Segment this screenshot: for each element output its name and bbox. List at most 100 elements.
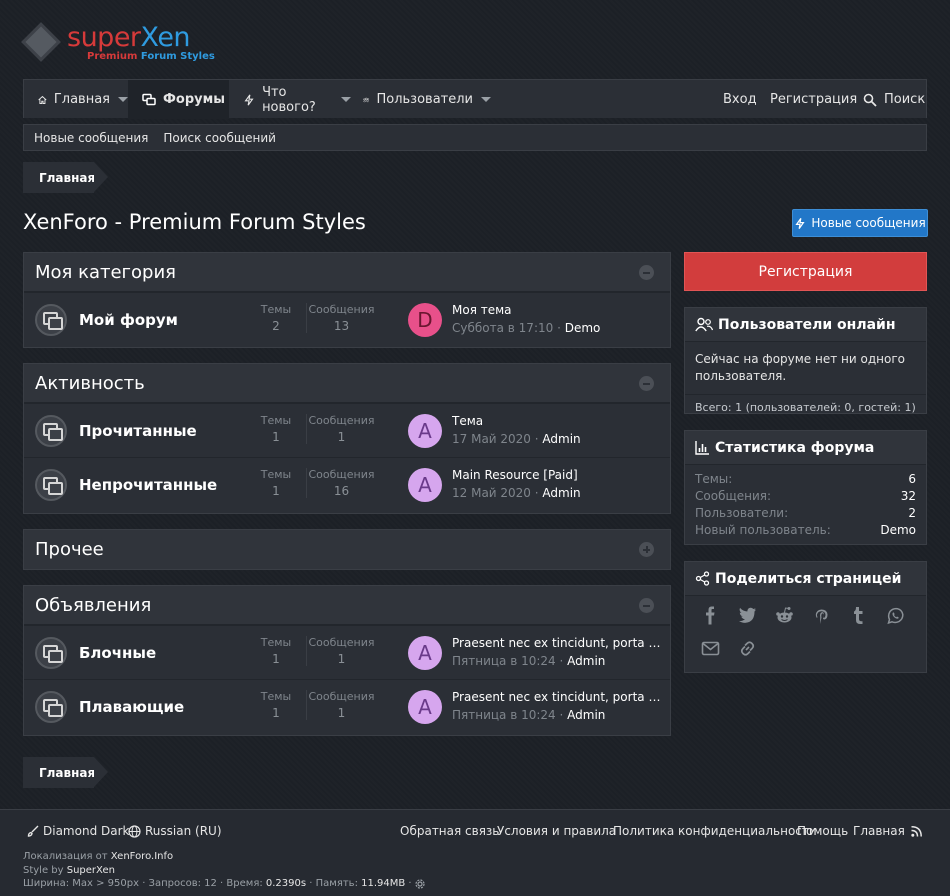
rss-icon[interactable] (911, 826, 922, 837)
stat-row: Сообщения: 32 (695, 489, 916, 503)
last-post: Тема 17 Май 2020 · Admin (452, 414, 662, 446)
messages-stat: Сообщения 1 (306, 636, 376, 666)
chevron-down-icon[interactable] (481, 97, 491, 102)
avatar[interactable]: A (408, 414, 442, 448)
category-header[interactable]: Объявления (24, 586, 670, 625)
forum-title[interactable]: Непрочитанные (79, 476, 217, 494)
chart-icon (695, 441, 709, 455)
register-button[interactable]: Регистрация (684, 252, 927, 291)
expand-toggle-icon[interactable] (639, 542, 654, 557)
footer-link-help[interactable]: Помощь (797, 824, 848, 838)
localization-link[interactable]: XenForo.Info (111, 851, 173, 862)
threads-stat: Темы 1 (260, 636, 292, 666)
gear-icon[interactable] (415, 878, 425, 889)
category-block: Объявления Блочные Темы 1 Сообщения 1 A Pr… (23, 585, 671, 736)
collapse-toggle-icon[interactable] (639, 376, 654, 391)
forum-node[interactable]: Блочные Темы 1 Сообщения 1 A Praesent nec … (24, 625, 670, 679)
nav-whats-new[interactable]: Что нового? (229, 80, 351, 119)
stat-row: Темы: 6 (695, 472, 916, 486)
category-block: Прочее (23, 529, 671, 570)
breadcrumb-bottom[interactable]: Главная (23, 757, 108, 788)
chevron-down-icon[interactable] (341, 97, 351, 102)
share-page-block: Поделиться страницей (684, 561, 927, 673)
last-post-title[interactable]: Тема (452, 414, 662, 428)
messages-stat: Сообщения 16 (306, 468, 376, 498)
threads-stat: Темы 1 (260, 414, 292, 444)
avatar[interactable]: A (408, 690, 442, 724)
style-author-link[interactable]: SuperXen (67, 865, 115, 876)
forum-comments-icon (35, 469, 67, 501)
nav-search[interactable]: Поиск (863, 80, 925, 119)
messages-stat: Сообщения 1 (306, 690, 376, 720)
email-icon[interactable] (701, 639, 720, 658)
forum-title[interactable]: Блочные (79, 644, 156, 662)
last-post-title[interactable]: Main Resource [Paid] (452, 468, 662, 482)
nav-home[interactable]: Главная (24, 80, 128, 119)
last-post-title[interactable]: Моя тема (452, 303, 662, 317)
breadcrumb[interactable]: Главная (23, 162, 108, 193)
sub-navbar: Новые сообщения Поиск сообщений (23, 124, 927, 151)
whatsapp-icon[interactable] (886, 606, 905, 625)
debug-info: Ширина: Max > 950px · Запросов: 12 · Вре… (23, 878, 425, 889)
users-icon (695, 317, 713, 332)
category-header[interactable]: Активность (24, 364, 670, 403)
style-chooser[interactable]: Diamond Dark (27, 824, 129, 838)
category-block: Моя категория Мой форум Темы 2 Сообщения 1… (23, 252, 671, 348)
forum-comments-icon (35, 304, 67, 336)
forum-title[interactable]: Прочитанные (79, 422, 197, 440)
subnav-new-posts[interactable]: Новые сообщения (34, 131, 148, 145)
twitter-icon[interactable] (738, 606, 757, 625)
collapse-toggle-icon[interactable] (639, 265, 654, 280)
footer-link-terms[interactable]: Условия и правила (497, 824, 616, 838)
forum-title[interactable]: Мой форум (79, 311, 178, 329)
link-icon[interactable] (738, 639, 757, 658)
forum-title[interactable]: Плавающие (79, 698, 184, 716)
new-posts-button[interactable]: Новые сообщения (792, 209, 928, 237)
online-users-block: Пользователи онлайн Сейчас на форуме нет… (684, 307, 927, 414)
subnav-search-posts[interactable]: Поиск сообщений (163, 131, 276, 145)
nav-forums[interactable]: Форумы (128, 80, 229, 119)
category-header[interactable]: Прочее (24, 530, 670, 569)
footer-link-home[interactable]: Главная (853, 824, 905, 838)
bolt-icon (244, 94, 254, 105)
forum-node[interactable]: Непрочитанные Темы 1 Сообщения 16 A Main R… (24, 457, 670, 511)
threads-stat: Темы 1 (260, 690, 292, 720)
avatar[interactable]: D (408, 303, 442, 337)
messages-stat: Сообщения 1 (306, 414, 376, 444)
site-logo[interactable]: superXen Premium Forum Styles (21, 20, 223, 68)
avatar[interactable]: A (408, 468, 442, 502)
globe-icon (128, 824, 141, 838)
logo-diamond-icon (21, 22, 61, 62)
forum-node[interactable]: Прочитанные Темы 1 Сообщения 1 A Тема 17 М… (24, 403, 670, 457)
avatar[interactable]: A (408, 636, 442, 670)
chevron-down-icon[interactable] (118, 97, 128, 102)
last-post: Praesent nec ex tincidunt, porta turpis … (452, 690, 662, 722)
last-post-title[interactable]: Praesent nec ex tincidunt, porta turpis … (452, 690, 662, 704)
footer-link-privacy[interactable]: Политика конфиденциальности (613, 824, 817, 838)
nav-register[interactable]: Регистрация (770, 80, 857, 119)
tumblr-icon[interactable] (849, 606, 868, 625)
forum-node[interactable]: Плавающие Темы 1 Сообщения 1 A Praesent ne… (24, 679, 670, 733)
search-icon (863, 93, 877, 107)
pinterest-icon[interactable] (812, 606, 831, 625)
home-icon (38, 95, 47, 104)
nav-members[interactable]: Пользователи (351, 80, 491, 119)
threads-stat: Темы 1 (260, 468, 292, 498)
last-post: Praesent nec ex tincidunt, porta turpis … (452, 636, 662, 668)
facebook-icon[interactable] (701, 606, 720, 625)
stat-row: Новый пользователь: Demo (695, 523, 916, 537)
forum-node[interactable]: Мой форум Темы 2 Сообщения 13 D Моя тема С… (24, 292, 670, 346)
reddit-icon[interactable] (775, 606, 794, 625)
comments-icon (142, 93, 156, 105)
paint-brush-icon (27, 825, 39, 837)
share-icon (695, 571, 710, 586)
language-chooser[interactable]: Russian (RU) (128, 824, 222, 838)
category-header[interactable]: Моя категория (24, 253, 670, 292)
page-title: XenForo - Premium Forum Styles (23, 210, 366, 234)
last-post: Main Resource [Paid] 12 Май 2020 · Admin (452, 468, 662, 500)
collapse-toggle-icon[interactable] (639, 598, 654, 613)
footer: Diamond Dark Russian (RU) Обратная связь… (0, 809, 950, 896)
footer-link-contact[interactable]: Обратная связь (400, 824, 499, 838)
last-post-title[interactable]: Praesent nec ex tincidunt, porta turpis … (452, 636, 662, 650)
nav-login[interactable]: Вход (723, 80, 757, 119)
